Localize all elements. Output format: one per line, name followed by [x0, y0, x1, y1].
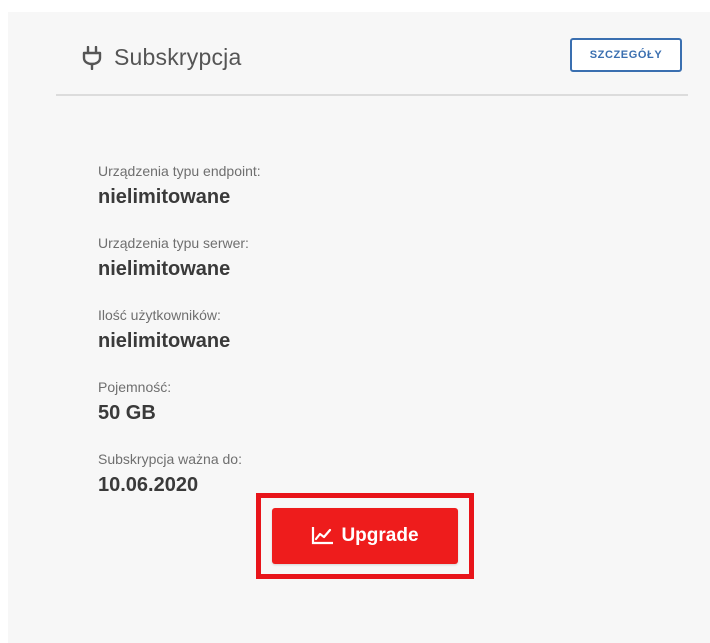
info-value: 50 GB: [98, 402, 156, 424]
info-item-users: Ilość użytkowników: nielimitowane: [98, 306, 261, 378]
info-item-endpoint: Urządzenia typu endpoint: nielimitowane: [98, 162, 261, 234]
info-value: nielimitowane: [98, 330, 231, 352]
chart-line-icon: [312, 527, 334, 545]
info-value: 10.06.2020: [98, 474, 199, 496]
plug-icon: [82, 46, 102, 70]
card-title: Subskrypcja: [114, 44, 242, 70]
info-label: Ilość użytkowników:: [98, 307, 221, 323]
info-label: Subskrypcja ważna do:: [98, 451, 242, 467]
info-item-server: Urządzenia typu serwer: nielimitowane: [98, 234, 261, 306]
upgrade-button[interactable]: Upgrade: [272, 508, 458, 564]
card-header: Subskrypcja SZCZEGÓŁY: [56, 12, 688, 96]
info-value: nielimitowane: [98, 258, 231, 280]
info-label: Urządzenia typu serwer:: [98, 235, 249, 251]
info-label: Urządzenia typu endpoint:: [98, 163, 261, 179]
subscription-info: Urządzenia typu endpoint: nielimitowane …: [98, 162, 261, 522]
info-item-valid-until: Subskrypcja ważna do: 10.06.2020: [98, 450, 261, 522]
info-value: nielimitowane: [98, 186, 231, 208]
upgrade-label: Upgrade: [341, 525, 419, 546]
info-item-capacity: Pojemność: 50 GB: [98, 378, 261, 450]
details-button[interactable]: SZCZEGÓŁY: [570, 38, 682, 72]
info-label: Pojemność:: [98, 379, 172, 395]
